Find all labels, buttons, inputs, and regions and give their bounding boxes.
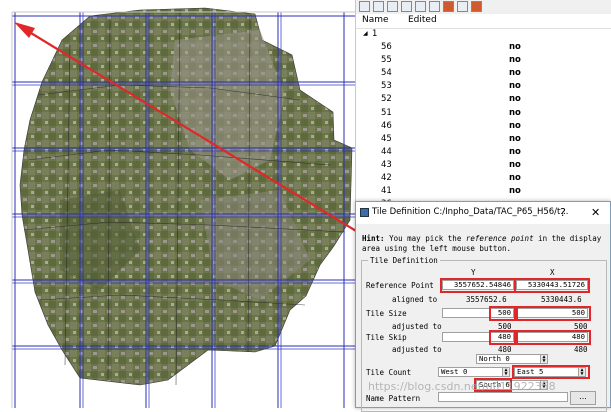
tile-name: 45 bbox=[381, 133, 392, 144]
help-button[interactable]: ? bbox=[560, 206, 566, 219]
list-item[interactable]: 45 no bbox=[356, 134, 611, 147]
toolbar-icon-3[interactable] bbox=[387, 1, 398, 12]
north-spinbox[interactable]: North 0 ▲ ▼ bbox=[476, 354, 548, 364]
toolbar-icon-1[interactable] bbox=[359, 1, 370, 12]
group-row[interactable]: ◢ 1 bbox=[356, 29, 611, 42]
tile-skip-label: Tile Skip bbox=[366, 333, 407, 342]
highlight-box bbox=[514, 278, 590, 293]
map-canvas[interactable] bbox=[0, 0, 355, 408]
adjusted-size-label: adjusted to bbox=[392, 322, 442, 331]
list-header: Name Edited bbox=[356, 14, 611, 29]
tile-name: 54 bbox=[381, 68, 392, 79]
column-x-label: X bbox=[550, 268, 555, 277]
app-icon bbox=[360, 208, 369, 217]
tile-edited-status: no bbox=[509, 81, 521, 92]
reference-point-label: Reference Point bbox=[366, 281, 434, 290]
list-item[interactable]: 46 no bbox=[356, 121, 611, 134]
highlight-box bbox=[440, 278, 516, 293]
highlight-box bbox=[489, 306, 516, 321]
close-icon[interactable]: ✕ bbox=[591, 206, 600, 219]
aligned-x-value: 5330443.6 bbox=[541, 295, 582, 304]
list-item[interactable]: 54 no bbox=[356, 68, 611, 81]
tile-name: 43 bbox=[381, 159, 392, 170]
highlight-box bbox=[489, 330, 516, 345]
tile-edited-status: no bbox=[509, 68, 521, 79]
tile-size-label: Tile Size bbox=[366, 309, 407, 318]
aligned-y-value: 3557652.6 bbox=[466, 295, 507, 304]
tile-name: 42 bbox=[381, 173, 392, 183]
browse-button[interactable]: ... bbox=[570, 391, 596, 405]
adjusted-skip-label: adjusted to bbox=[392, 345, 442, 354]
aligned-to-label: aligned to bbox=[392, 295, 438, 304]
list-item[interactable]: 56 no bbox=[356, 42, 611, 55]
adjusted-skip-y-value: 480 bbox=[498, 345, 512, 354]
tile-list-panel: Name Edited ◢ 1 56 no 55 no 54 no 53 no 52 no 51 no… bbox=[355, 0, 611, 209]
tile-name: 53 bbox=[381, 81, 392, 92]
expand-icon[interactable]: ◢ bbox=[363, 30, 368, 37]
list-item[interactable]: 52 no bbox=[356, 94, 611, 107]
spin-arrows-icon[interactable]: ▲ ▼ bbox=[540, 355, 547, 364]
tile-edited-status: no bbox=[509, 133, 521, 144]
watermark: https://blog.csdn.net/u011922358 bbox=[368, 380, 556, 393]
tile-edited-status: no bbox=[509, 159, 521, 170]
column-name-header[interactable]: Name bbox=[362, 15, 389, 25]
list-item[interactable]: 41 no bbox=[356, 186, 611, 199]
highlight-box bbox=[516, 330, 591, 345]
tile-edited-status: no bbox=[509, 146, 521, 157]
tile-count-label: Tile Count bbox=[366, 368, 412, 377]
tile-name: 41 bbox=[381, 186, 392, 197]
toolbar-icon-6[interactable] bbox=[429, 1, 440, 12]
tile-edited-status: no bbox=[509, 186, 521, 197]
tile-edited-status: no bbox=[509, 173, 521, 183]
tile-edited-status: no bbox=[509, 55, 521, 66]
panel-toolbar bbox=[356, 0, 611, 14]
hint-text-line2: area using the left mouse button. bbox=[362, 244, 512, 253]
list-item[interactable]: 53 no bbox=[356, 81, 611, 94]
dialog-title: Tile Definition C:/Inpho_Data/TAC_P65_H5… bbox=[372, 207, 569, 217]
toolbar-icon-8[interactable] bbox=[457, 1, 468, 12]
tile-edited-status: no bbox=[509, 120, 521, 131]
tile-name: 51 bbox=[381, 107, 392, 118]
list-item[interactable]: 42 no bbox=[356, 173, 611, 186]
toolbar-icon-2[interactable] bbox=[373, 1, 384, 12]
tile-edited-status: no bbox=[509, 42, 521, 52]
tile-name: 56 bbox=[381, 42, 392, 52]
toolbar-icon-5[interactable] bbox=[415, 1, 426, 12]
group-label: 1 bbox=[372, 29, 378, 39]
orthophoto-view[interactable] bbox=[0, 0, 355, 408]
column-y-label: Y bbox=[471, 268, 476, 277]
dialog-titlebar[interactable]: Tile Definition C:/Inpho_Data/TAC_P65_H5… bbox=[356, 202, 610, 224]
hint-text: Hint: You may pick the reference point i… bbox=[362, 234, 602, 243]
tile-definition-dialog: Tile Definition C:/Inpho_Data/TAC_P65_H5… bbox=[355, 201, 611, 412]
tile-name: 52 bbox=[381, 94, 392, 105]
list-item[interactable]: 44 no bbox=[356, 147, 611, 160]
tile-name: 55 bbox=[381, 55, 392, 66]
toolbar-icon-9[interactable] bbox=[471, 1, 482, 12]
toolbar-icon-7[interactable] bbox=[443, 1, 454, 12]
column-edited-header[interactable]: Edited bbox=[408, 15, 437, 25]
tile-edited-status: no bbox=[509, 94, 521, 105]
group-title: Tile Definition bbox=[368, 256, 440, 265]
west-spinbox[interactable]: West 0 ▲ ▼ bbox=[438, 367, 510, 377]
toolbar-icon-4[interactable] bbox=[401, 1, 412, 12]
list-item[interactable]: 43 no bbox=[356, 160, 611, 173]
tile-name: 44 bbox=[381, 146, 392, 157]
adjusted-skip-x-value: 480 bbox=[574, 345, 588, 354]
name-pattern-label: Name Pattern bbox=[366, 394, 421, 403]
name-pattern-input[interactable] bbox=[438, 392, 568, 402]
list-item[interactable]: 51 no bbox=[356, 108, 611, 121]
list-item[interactable]: 55 no bbox=[356, 55, 611, 68]
highlight-box bbox=[512, 365, 590, 379]
spin-arrows-icon[interactable]: ▲ ▼ bbox=[502, 368, 509, 377]
tile-name: 46 bbox=[381, 120, 392, 131]
highlight-box bbox=[516, 306, 591, 321]
tile-edited-status: no bbox=[509, 107, 521, 118]
